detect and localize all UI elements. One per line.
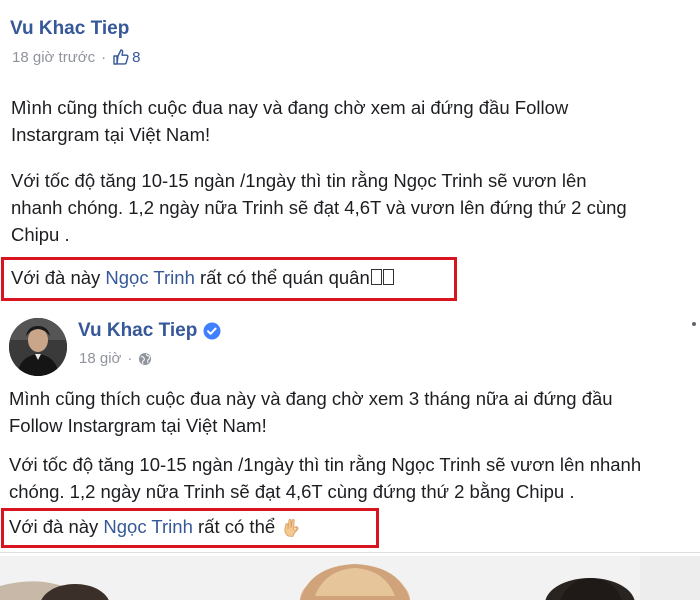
post1-paragraph-2: Với tốc độ tăng 10-15 ngàn /1ngày thì ti… bbox=[11, 167, 627, 248]
post1-highlight-pre: Với đà này bbox=[11, 267, 106, 288]
post1-highlight-post: rất có thể quán quân bbox=[194, 267, 370, 288]
ok-hand-emoji bbox=[282, 517, 302, 537]
post2-meta-dot: · bbox=[127, 350, 133, 367]
post1-paragraph-2-line-2: nhanh chóng. 1,2 ngày nữa Trinh sẽ đạt 4… bbox=[11, 197, 627, 218]
post1-author-name[interactable]: Vu Khac Tiep bbox=[10, 18, 129, 40]
post2-highlight-pre: Với đà này bbox=[9, 516, 104, 537]
post1-paragraph-1: Mình cũng thích cuộc đua nay và đang chờ… bbox=[11, 94, 568, 148]
post2-mention-ngoc-trinh[interactable]: Ngọc Trinh bbox=[103, 513, 192, 540]
post1-paragraph-1-line-2: Instargram tại Việt Nam! bbox=[11, 124, 211, 145]
post1-like-count[interactable]: 8 bbox=[132, 49, 140, 66]
post1-paragraph-2-line-3: Chipu . bbox=[11, 224, 70, 245]
post2-paragraph-1-line-2: Follow Instargram tại Việt Nam! bbox=[9, 415, 267, 436]
missing-glyph-icon bbox=[382, 269, 394, 285]
post2-avatar[interactable] bbox=[9, 318, 67, 376]
verified-badge-icon bbox=[203, 322, 221, 340]
post-divider bbox=[0, 552, 700, 553]
post2-paragraph-1-line-1: Mình cũng thích cuộc đua này và đang chờ… bbox=[9, 388, 613, 409]
post1-mention-ngoc-trinh[interactable]: Ngọc Trinh bbox=[105, 267, 194, 288]
post1-highlight-sentence: Với đà này Ngọc Trinh rất có thể quán qu… bbox=[11, 264, 394, 291]
thumbs-up-icon[interactable] bbox=[112, 48, 130, 66]
post1-paragraph-2-line-1: Với tốc độ tăng 10-15 ngàn /1ngày thì ti… bbox=[11, 170, 587, 191]
post2-paragraph-2-line-1: Với tốc độ tăng 10-15 ngàn /1ngày thì ti… bbox=[9, 454, 642, 475]
post2-highlight-post: rất có thể bbox=[192, 516, 281, 537]
post1-meta: 18 giờ trước · 8 bbox=[12, 48, 140, 66]
post2-timestamp[interactable]: 18 giờ bbox=[79, 350, 121, 367]
more-options-icon[interactable] bbox=[692, 322, 696, 326]
post2-highlight-sentence: Với đà này Ngọc Trinh rất có thể bbox=[9, 513, 302, 540]
globe-icon bbox=[138, 352, 152, 366]
post2-photo[interactable] bbox=[0, 556, 700, 600]
post2-author-name[interactable]: Vu Khac Tiep bbox=[78, 320, 197, 342]
post2-meta: 18 giờ · bbox=[79, 350, 152, 367]
post1-timestamp[interactable]: 18 giờ trước bbox=[12, 49, 95, 66]
post2-paragraph-1: Mình cũng thích cuộc đua này và đang chờ… bbox=[9, 385, 613, 439]
post2-paragraph-2: Với tốc độ tăng 10-15 ngàn /1ngày thì ti… bbox=[9, 451, 641, 505]
missing-glyph-icon bbox=[370, 269, 382, 285]
post1-meta-dot: · bbox=[101, 48, 107, 66]
post2-author-row: Vu Khac Tiep bbox=[78, 320, 221, 342]
post1-paragraph-1-line-1: Mình cũng thích cuộc đua nay và đang chờ… bbox=[11, 97, 569, 118]
post2-paragraph-2-line-2: chóng. 1,2 ngày nữa Trinh sẽ đạt 4,6T cù… bbox=[9, 481, 575, 502]
